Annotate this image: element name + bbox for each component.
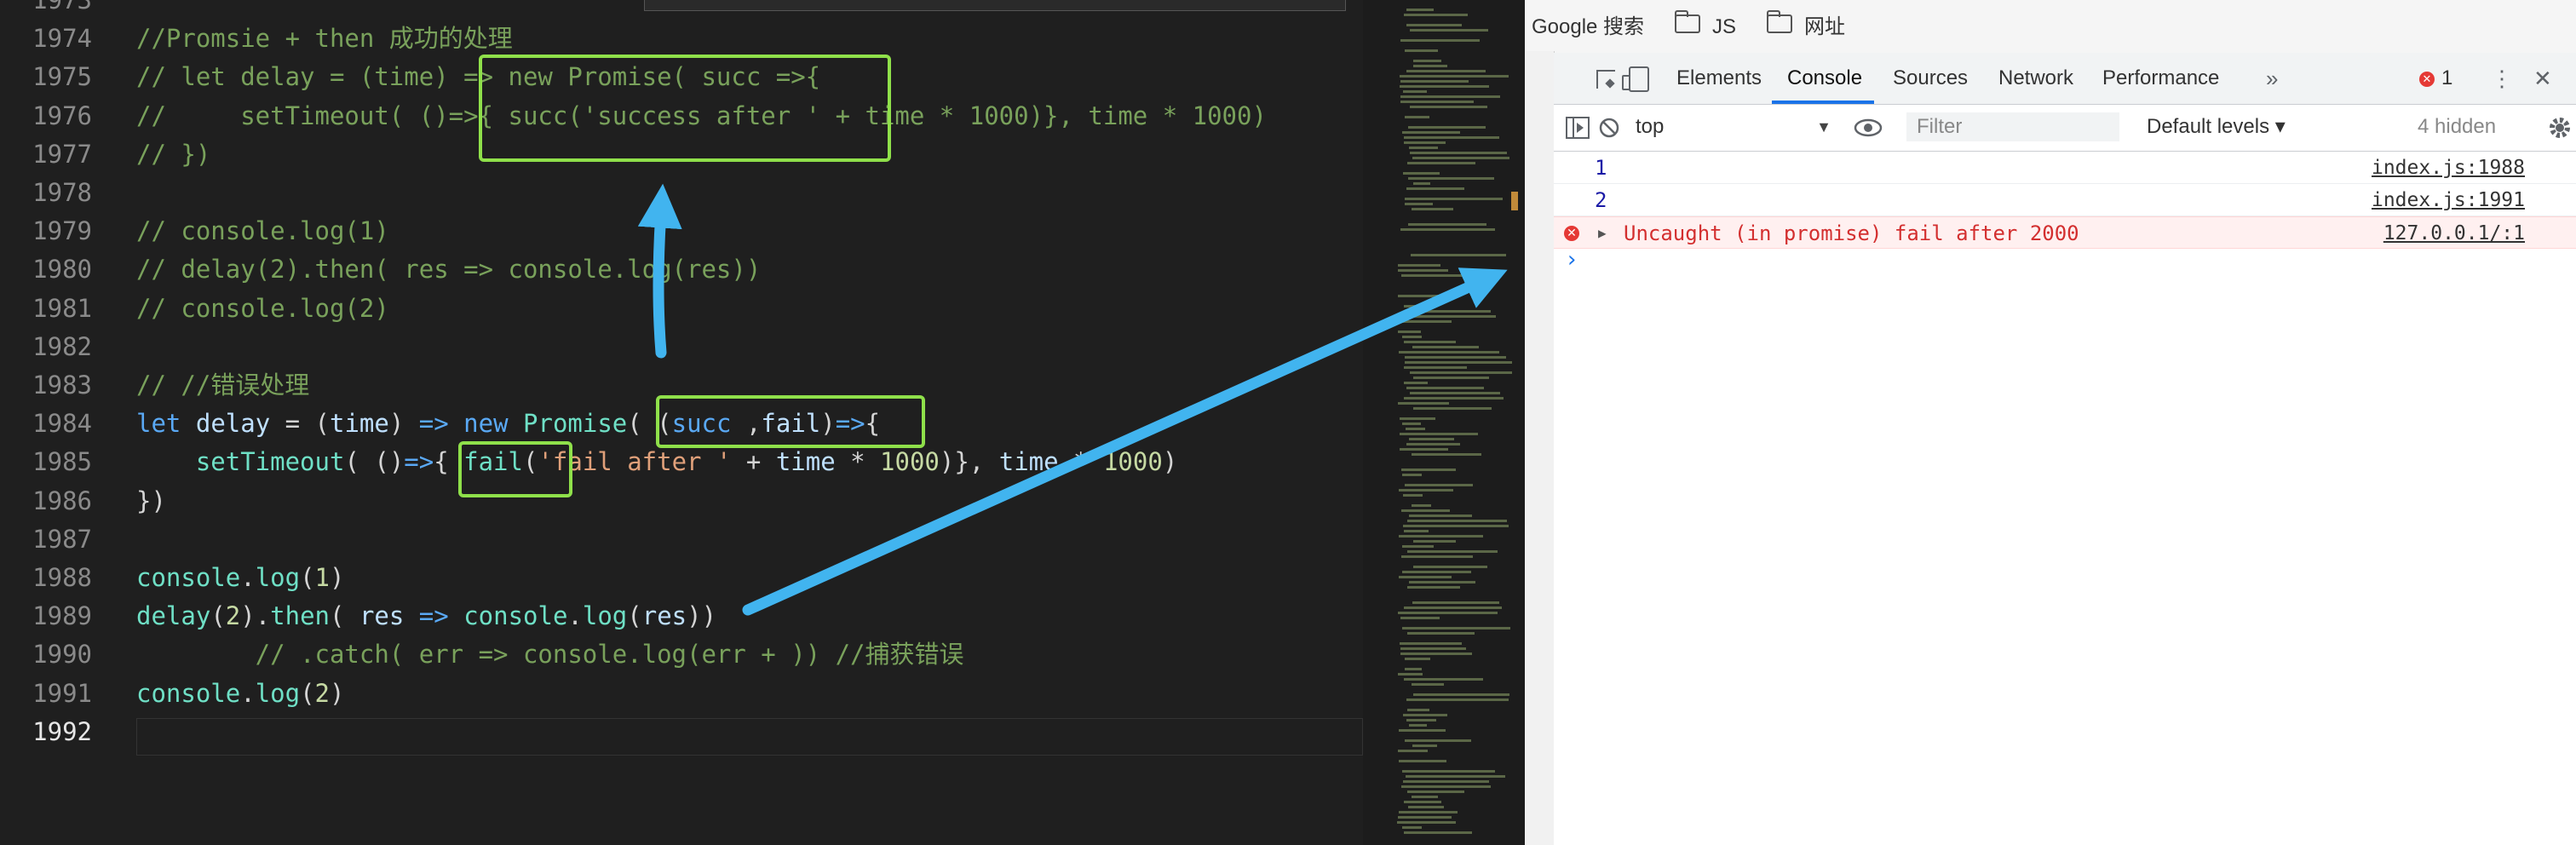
arrow-to-console (742, 267, 1508, 616)
arrow-up (637, 183, 682, 359)
annotation-arrows (637, 183, 1508, 616)
